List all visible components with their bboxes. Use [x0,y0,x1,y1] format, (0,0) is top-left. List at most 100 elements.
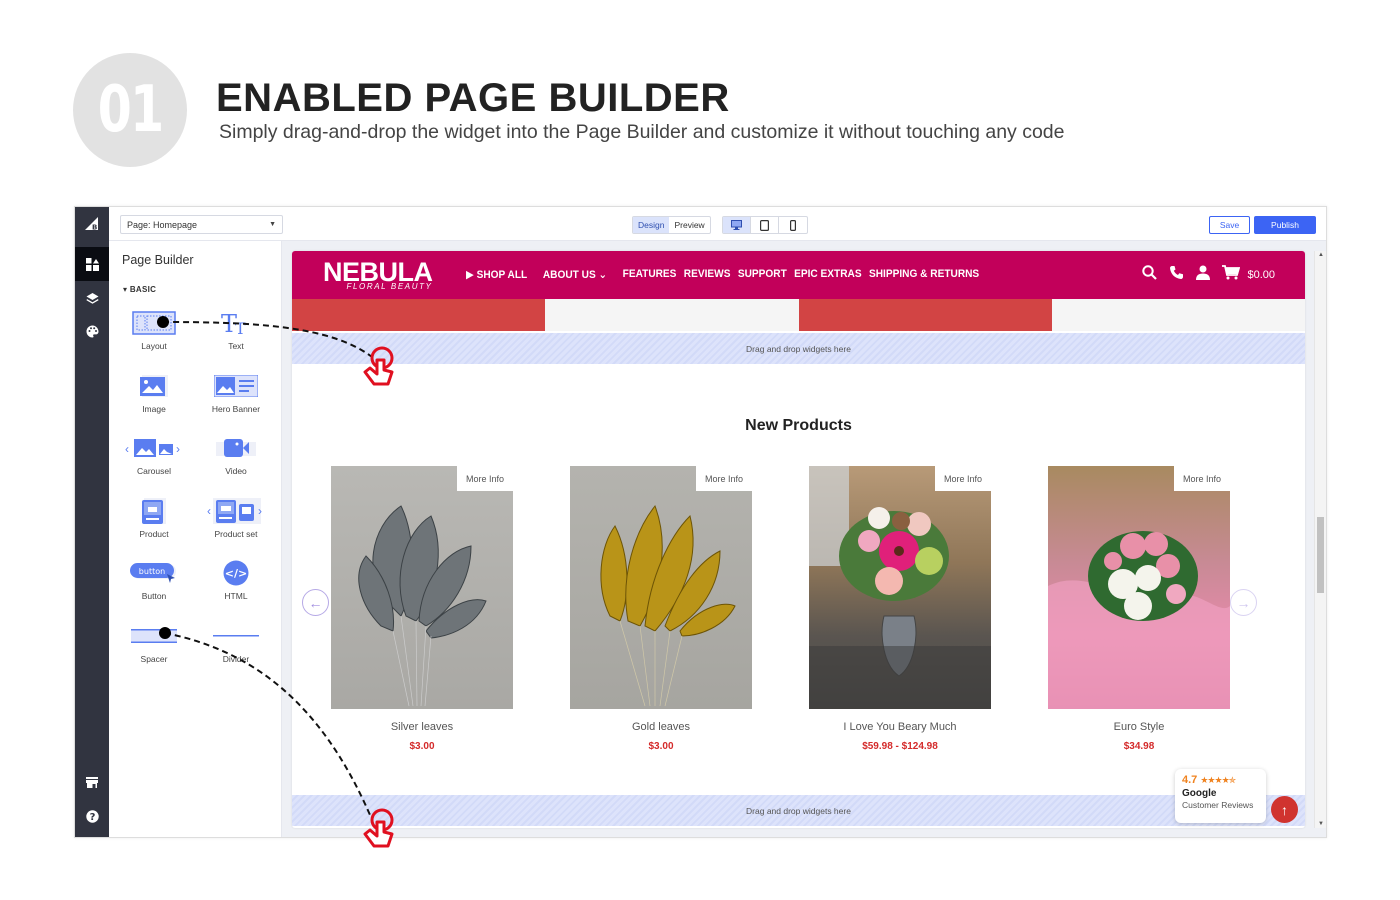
more-info-button[interactable]: More Info [1174,466,1230,491]
nav-reviews[interactable]: REVIEWS [684,268,731,281]
widget-html[interactable]: </> HTML [201,558,271,601]
google-reviews-badge[interactable]: 4.7 ★★★★✯ Google Customer Reviews [1175,769,1266,823]
widget-label: Divider [222,654,250,664]
store-logo[interactable]: NEBULA FLORAL BEAUTY [323,258,433,291]
help-icon[interactable]: ? [75,799,109,833]
widget-label: Product set [214,529,258,539]
banner-block [1051,299,1305,331]
nav-about-us[interactable]: ABOUT US ⌄ [543,268,607,281]
storefront-preview: NEBULA FLORAL BEAUTY ▶ SHOP ALL ABOUT US… [292,251,1305,828]
scroll-down-icon[interactable]: ▼ [1318,821,1324,827]
nav-shop-all[interactable]: ▶ SHOP ALL [466,268,527,281]
search-icon[interactable] [1142,265,1158,285]
tab-preview[interactable]: Preview [669,217,709,233]
left-rail: B ? [75,207,109,837]
nav-support[interactable]: SUPPORT [738,268,787,281]
carousel-next-button[interactable]: → [1230,589,1257,616]
product-image[interactable]: More Info [331,466,513,709]
page-select-value: Page: Homepage [127,219,198,230]
more-info-button[interactable]: More Info [935,466,991,491]
dropzone-bottom[interactable]: Drag and drop widgets here [292,795,1305,826]
storefront-icon[interactable] [75,765,109,799]
publish-button[interactable]: Publish [1254,216,1316,234]
product-card[interactable]: More Info I Love You Beary Much $59.98 -… [809,466,991,752]
svg-text:</>: </> [225,567,247,580]
tablet-icon[interactable] [751,217,779,233]
product-set-icon: ‹ › [201,496,271,526]
header-actions: $0.00 [1142,265,1275,285]
widget-label: Product [139,529,169,539]
section-basic-toggle[interactable]: ▾ BASIC [123,285,156,294]
product-name[interactable]: Silver leaves [331,721,513,733]
nav-epic-extras[interactable]: EPIC EXTRAS [794,268,861,281]
banner-block [545,299,799,331]
bigcommerce-logo-icon[interactable]: B [75,207,109,241]
page-builder-panel: Page Builder ▾ BASIC Layout TT Text Imag… [109,241,282,837]
arrow-right-icon: → [1236,594,1251,611]
widget-label: Layout [141,341,167,351]
text-icon: TT [201,308,271,338]
product-price: $3.00 [409,741,435,752]
caret-down-icon: ▾ [123,285,130,294]
product-image[interactable]: More Info [809,466,991,709]
widget-image[interactable]: Image [119,371,189,414]
nav-features[interactable]: FEATURES [623,268,677,281]
nav-shipping-returns[interactable]: SHIPPING & RETURNS [869,268,979,281]
product-name[interactable]: I Love You Beary Much [809,721,991,733]
page-builder-app: B ? Page: Homepage ▼ Design Preview Save [74,206,1327,838]
canvas-scrollbar[interactable]: ▲ ▼ [1314,251,1326,828]
product-name[interactable]: Euro Style [1048,721,1230,733]
dropzone-top[interactable]: Drag and drop widgets here [292,333,1305,364]
save-button[interactable]: Save [1209,216,1250,234]
panel-title: Page Builder [122,253,194,267]
cart-icon[interactable] [1222,265,1241,285]
scrollbar-thumb[interactable] [1317,517,1324,593]
arrow-up-icon: ↑ [1281,801,1288,818]
palette-icon[interactable] [75,314,109,348]
store-navbar: NEBULA FLORAL BEAUTY ▶ SHOP ALL ABOUT US… [292,251,1305,299]
rating-value: 4.7 [1182,774,1198,786]
svg-text:›: › [176,442,180,456]
page-select-dropdown[interactable]: Page: Homepage ▼ [120,215,283,234]
product-card[interactable]: More Info Gold leaves $3.00 [570,466,752,752]
carousel-prev-button[interactable]: ← [302,589,329,616]
phone-icon[interactable] [1169,265,1184,285]
widget-video[interactable]: Video [201,433,271,476]
design-canvas: NEBULA FLORAL BEAUTY ▶ SHOP ALL ABOUT US… [282,241,1326,837]
widget-carousel[interactable]: ‹ › Carousel [119,433,189,476]
account-icon[interactable] [1196,265,1211,285]
widget-label: Carousel [136,466,172,476]
scroll-to-top-button[interactable]: ↑ [1271,796,1298,823]
more-info-button[interactable]: More Info [457,466,513,491]
widget-spacer[interactable]: Spacer [119,621,189,664]
banner-block [798,299,1052,331]
product-image[interactable]: More Info [1048,466,1230,709]
product-name[interactable]: Gold leaves [570,721,752,733]
widget-label: Button [141,591,167,601]
store-nav: ▶ SHOP ALL ABOUT US ⌄ FEATURES REVIEWS S… [466,268,979,281]
chevron-down-icon: ⌄ [595,269,608,281]
widgets-icon[interactable] [75,247,109,281]
product-card[interactable]: More Info Silver leaves $3.00 [331,466,513,752]
cart-total[interactable]: $0.00 [1247,269,1275,281]
more-info-button[interactable]: More Info [696,466,752,491]
scroll-up-icon[interactable]: ▲ [1318,252,1324,258]
product-image[interactable]: More Info [570,466,752,709]
svg-text:‹: ‹ [207,504,211,518]
widget-layout[interactable]: Layout [119,308,189,351]
product-card[interactable]: More Info Euro Style $34.98 [1048,466,1230,752]
hero-banner-icon [201,371,271,401]
widget-product[interactable]: Product [119,496,189,539]
widget-divider[interactable]: Divider [201,621,271,664]
section-label: BASIC [129,285,157,294]
mobile-icon[interactable] [779,217,807,233]
tab-design[interactable]: Design [633,217,670,233]
desktop-icon[interactable] [723,217,751,233]
product-price: $34.98 [1123,741,1155,752]
layers-icon[interactable] [75,281,109,315]
widget-text[interactable]: TT Text [201,308,271,351]
widget-product-set[interactable]: ‹ › Product set [201,496,271,539]
hero-subtitle: Simply drag-and-drop the widget into the… [219,121,1065,143]
widget-button[interactable]: button Button [119,558,189,601]
widget-hero-banner[interactable]: Hero Banner [201,371,271,414]
